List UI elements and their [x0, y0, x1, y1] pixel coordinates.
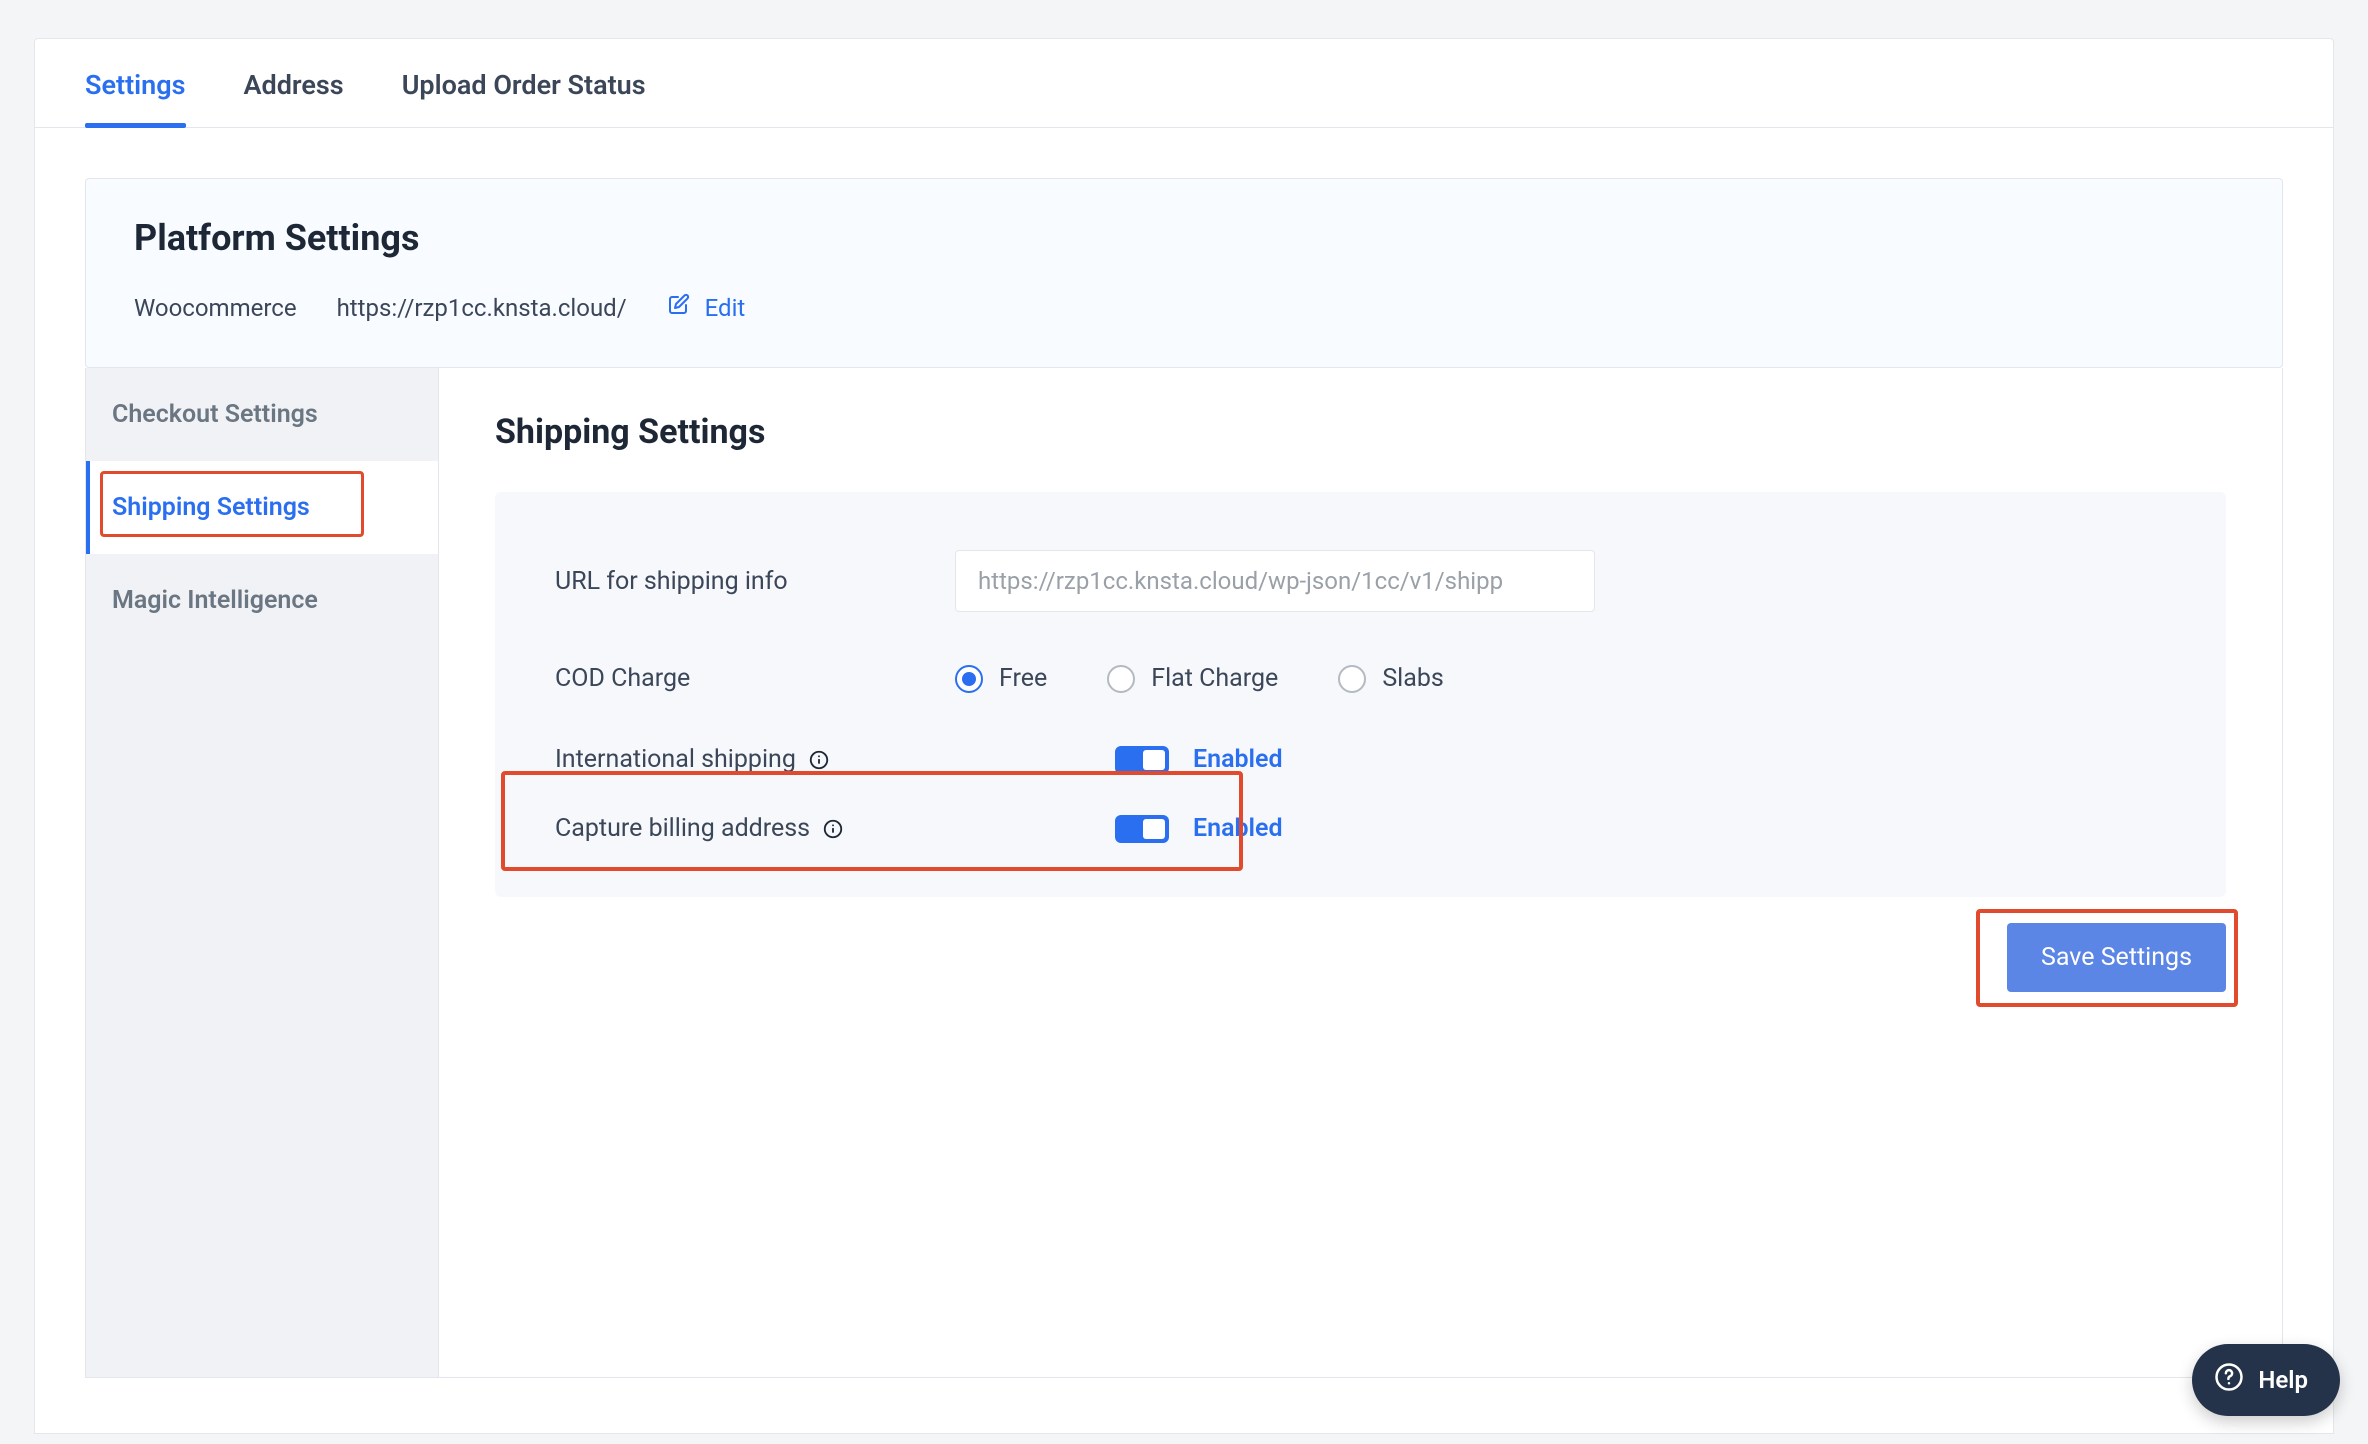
capture-enabled-label: Enabled — [1193, 814, 1283, 843]
cod-radio-group: Free Flat Charge Slabs — [955, 664, 1444, 693]
edit-platform-button[interactable]: Edit — [667, 293, 746, 323]
radio-label: Flat Charge — [1151, 664, 1278, 693]
capture-toggle-wrap: Enabled — [1115, 814, 1283, 843]
url-shipping-label: URL for shipping info — [555, 567, 955, 596]
body-row: Checkout Settings Shipping Settings Magi… — [85, 368, 2283, 1378]
intl-enabled-label: Enabled — [1193, 745, 1283, 774]
tab-upload-order-status[interactable]: Upload Order Status — [402, 69, 646, 127]
tab-settings[interactable]: Settings — [85, 69, 186, 127]
tab-address[interactable]: Address — [244, 69, 344, 127]
section-title: Shipping Settings — [495, 412, 2226, 452]
settings-frame: Settings Address Upload Order Status Pla… — [34, 38, 2334, 1434]
platform-name: Woocommerce — [134, 294, 297, 322]
intl-shipping-toggle[interactable] — [1115, 746, 1169, 774]
url-shipping-input[interactable] — [955, 550, 1595, 612]
help-label: Help — [2258, 1366, 2308, 1394]
cod-option-slabs[interactable]: Slabs — [1338, 664, 1443, 693]
actions-row: Save Settings — [495, 923, 2226, 992]
settings-panel: URL for shipping info COD Charge Free Fl… — [495, 492, 2226, 897]
platform-header: Platform Settings Woocommerce https://rz… — [85, 178, 2283, 368]
capture-label-text: Capture billing address — [555, 814, 810, 843]
row-capture-billing: Capture billing address Enabled — [555, 814, 2166, 843]
edit-icon — [667, 293, 691, 323]
cod-option-flat[interactable]: Flat Charge — [1107, 664, 1278, 693]
radio-label: Slabs — [1382, 664, 1443, 693]
radio-icon — [1338, 665, 1366, 693]
platform-sub-row: Woocommerce https://rzp1cc.knsta.cloud/ … — [134, 293, 2234, 323]
radio-icon — [955, 665, 983, 693]
edit-label: Edit — [705, 294, 746, 322]
save-settings-button[interactable]: Save Settings — [2007, 923, 2226, 992]
info-icon[interactable] — [808, 749, 830, 771]
intl-label-text: International shipping — [555, 745, 796, 774]
sidebar-item-checkout-settings[interactable]: Checkout Settings — [86, 368, 438, 461]
row-international-shipping: International shipping Enabled — [555, 745, 2166, 774]
settings-sidebar: Checkout Settings Shipping Settings Magi… — [85, 368, 439, 1378]
cod-option-free[interactable]: Free — [955, 664, 1047, 693]
sidebar-item-magic-intelligence[interactable]: Magic Intelligence — [86, 554, 438, 647]
info-icon[interactable] — [822, 818, 844, 840]
platform-url: https://rzp1cc.knsta.cloud/ — [337, 294, 627, 322]
capture-billing-toggle[interactable] — [1115, 815, 1169, 843]
help-icon — [2214, 1362, 2244, 1398]
capture-billing-label: Capture billing address — [555, 814, 955, 843]
international-shipping-label: International shipping — [555, 745, 955, 774]
row-url-shipping: URL for shipping info — [555, 550, 2166, 612]
help-button[interactable]: Help — [2192, 1344, 2340, 1416]
radio-label: Free — [999, 664, 1047, 693]
intl-toggle-wrap: Enabled — [1115, 745, 1283, 774]
top-tabs: Settings Address Upload Order Status — [35, 39, 2333, 128]
row-cod-charge: COD Charge Free Flat Charge Slabs — [555, 664, 2166, 693]
cod-charge-label: COD Charge — [555, 664, 955, 693]
radio-icon — [1107, 665, 1135, 693]
page-title: Platform Settings — [134, 217, 2234, 259]
sidebar-item-shipping-settings[interactable]: Shipping Settings — [86, 461, 438, 554]
content-panel: Shipping Settings URL for shipping info … — [439, 368, 2283, 1378]
